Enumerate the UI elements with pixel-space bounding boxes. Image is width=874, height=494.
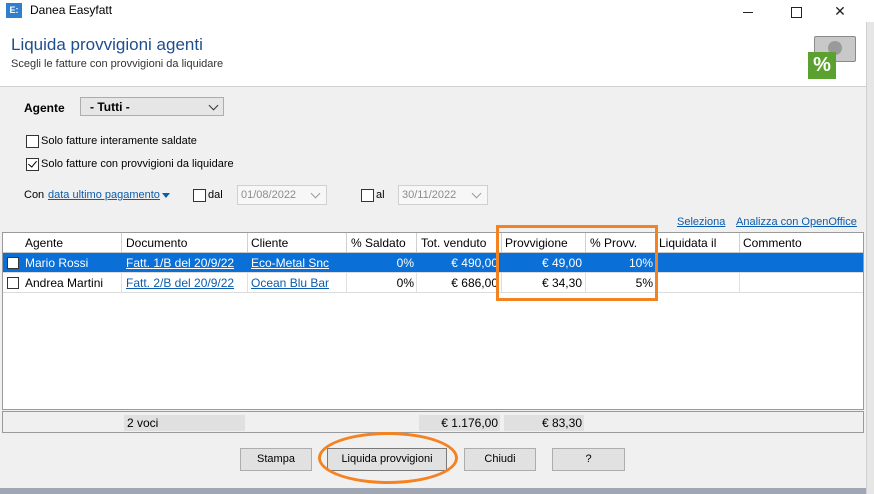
commissions-table: Agente Documento Cliente % Saldato Tot. …: [2, 232, 864, 410]
chiudi-button[interactable]: Chiudi: [464, 448, 536, 471]
saldate-checkbox[interactable]: [26, 135, 39, 148]
app-icon: E:: [6, 3, 22, 18]
row-agente: Mario Rossi: [25, 256, 89, 270]
row-saldato: 0%: [396, 256, 414, 270]
al-checkbox[interactable]: [361, 189, 374, 202]
al-date-value: 30/11/2022: [402, 189, 457, 201]
table-row[interactable]: Mario Rossi Fatt. 1/B del 20/9/22 Eco-Me…: [3, 253, 863, 272]
col-perc-provv[interactable]: % Provv.: [590, 236, 637, 250]
al-label: al: [376, 189, 385, 201]
maximize-button[interactable]: [776, 0, 816, 22]
page-title: Liquida provvigioni agenti: [11, 35, 203, 54]
col-cliente[interactable]: Cliente: [251, 236, 288, 250]
footer-tot-venduto: € 1.176,00: [419, 415, 500, 431]
row-checkbox[interactable]: [7, 257, 19, 269]
agente-label: Agente: [24, 101, 65, 115]
liquida-provvigioni-button[interactable]: Liquida provvigioni: [327, 448, 447, 471]
row-venduto: € 686,00: [451, 276, 498, 290]
row-cliente-link[interactable]: Eco-Metal Snc: [251, 256, 329, 270]
chevron-down-icon: [310, 188, 321, 199]
agente-select[interactable]: - Tutti -: [80, 97, 224, 116]
table-footer: 2 voci € 1.176,00 € 83,30: [2, 411, 864, 433]
agente-select-value: - Tutti -: [90, 100, 130, 114]
row-saldato: 0%: [396, 276, 414, 290]
col-documento[interactable]: Documento: [126, 236, 187, 250]
row-perc-provv: 5%: [635, 276, 653, 290]
col-liquidata[interactable]: Liquidata il: [659, 236, 716, 250]
col-provvigione[interactable]: Provvigione: [505, 236, 568, 250]
maximize-icon: [790, 6, 802, 18]
da-liquidare-label: Solo fatture con provvigioni da liquidar…: [41, 158, 234, 170]
chevron-down-icon: [208, 100, 219, 111]
dal-label: dal: [208, 189, 223, 201]
window-edge: [866, 22, 874, 494]
col-venduto[interactable]: Tot. venduto: [421, 236, 486, 250]
taskbar-strip: [0, 488, 866, 494]
chevron-down-icon: [471, 188, 482, 199]
footer-tot-provvigione: € 83,30: [504, 415, 584, 431]
stampa-button[interactable]: Stampa: [240, 448, 312, 471]
date-type-dropdown[interactable]: data ultimo pagamento: [48, 189, 160, 201]
dal-date-value: 01/08/2022: [241, 189, 297, 201]
percent-badge: %: [808, 52, 836, 79]
table-header: Agente Documento Cliente % Saldato Tot. …: [3, 233, 863, 253]
dal-checkbox[interactable]: [193, 189, 206, 202]
al-date-field[interactable]: 30/11/2022: [398, 185, 488, 205]
page-subtitle: Scegli le fatture con provvigioni da liq…: [11, 58, 224, 70]
dropdown-arrow-icon: [162, 193, 170, 198]
col-commento[interactable]: Commento: [743, 236, 802, 250]
table-row[interactable]: Andrea Martini Fatt. 2/B del 20/9/22 Oce…: [3, 273, 863, 292]
row-agente: Andrea Martini: [25, 276, 104, 290]
row-perc-provv: 10%: [628, 256, 653, 270]
commission-percent-icon: %: [808, 34, 856, 80]
row-cliente-link[interactable]: Ocean Blu Bar: [251, 276, 329, 290]
dialog-header: Liquida provvigioni agenti Scegli le fat…: [0, 22, 866, 87]
row-provvigione: € 49,00: [541, 256, 582, 270]
col-saldato[interactable]: % Saldato: [351, 236, 406, 250]
close-button[interactable]: ✕: [820, 0, 860, 22]
openoffice-link[interactable]: Analizza con OpenOffice: [736, 216, 857, 228]
da-liquidare-checkbox[interactable]: [26, 158, 39, 171]
row-venduto: € 490,00: [451, 256, 498, 270]
minimize-button[interactable]: [728, 0, 768, 22]
row-provvigione: € 34,30: [541, 276, 582, 290]
row-documento-link[interactable]: Fatt. 2/B del 20/9/22: [126, 276, 234, 290]
dal-date-field[interactable]: 01/08/2022: [237, 185, 327, 205]
close-icon: ✕: [834, 3, 846, 19]
row-checkbox[interactable]: [7, 277, 19, 289]
form-area: Agente - Tutti - Solo fatture interament…: [0, 87, 866, 494]
saldate-label: Solo fatture interamente saldate: [41, 135, 197, 147]
con-label: Con: [24, 189, 45, 201]
col-agente[interactable]: Agente: [25, 236, 63, 250]
title-bar: E: Danea Easyfatt ✕: [0, 0, 874, 22]
minimize-icon: [743, 11, 753, 13]
row-documento-link[interactable]: Fatt. 1/B del 20/9/22: [126, 256, 234, 270]
seleziona-link[interactable]: Seleziona: [677, 216, 725, 228]
help-button[interactable]: ?: [552, 448, 625, 471]
footer-count: 2 voci: [124, 415, 245, 431]
window-title: Danea Easyfatt: [30, 3, 113, 17]
